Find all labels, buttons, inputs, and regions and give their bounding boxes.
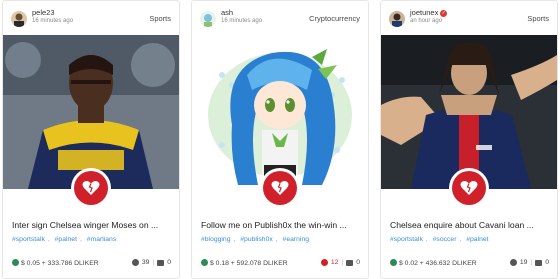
upvote-icon[interactable] xyxy=(509,259,517,266)
tag-link[interactable]: #sportstalk xyxy=(390,236,423,243)
like-button[interactable] xyxy=(449,168,489,208)
comment-icon[interactable] xyxy=(157,259,165,266)
upvote-count: 39 xyxy=(141,259,150,266)
tag-list: #sportstalk, #soccer, #palnet xyxy=(390,236,489,243)
comment-count: 0 xyxy=(167,259,171,266)
like-button[interactable] xyxy=(71,168,111,208)
post-card[interactable]: ash 16 minutes ago Cryptocurrency Follow… xyxy=(191,0,369,279)
upvote-count: 19 xyxy=(519,259,528,266)
heart-icon xyxy=(82,180,100,195)
like-button[interactable] xyxy=(260,168,300,208)
upvote-count: 12 xyxy=(330,259,339,266)
card-header: joetunex ✓ an hour ago Sports xyxy=(381,1,557,35)
post-time: 16 minutes ago xyxy=(221,18,263,24)
coin-icon xyxy=(390,259,397,266)
post-image[interactable] xyxy=(192,35,368,189)
avatar[interactable] xyxy=(11,11,27,27)
tag-link[interactable]: #marlians xyxy=(87,236,116,243)
post-image[interactable] xyxy=(381,35,557,189)
verified-badge-icon: ✓ xyxy=(440,10,448,17)
upvote-icon[interactable] xyxy=(131,259,139,266)
coin-icon xyxy=(12,259,19,266)
tag-link[interactable]: #palnet xyxy=(55,236,77,243)
comment-icon[interactable] xyxy=(535,259,543,266)
payout-value: $ 0.02 + 436.632 DLIKER xyxy=(390,259,477,267)
post-title[interactable]: Follow me on Publish0x the win-win ... xyxy=(201,220,363,230)
card-footer: $ 0.05 + 333.786 DLIKER 39 | 0 xyxy=(12,259,171,269)
upvote-icon[interactable] xyxy=(320,259,328,266)
tag-list: #blogging, #publish0x, #earning xyxy=(201,236,310,243)
tag-link[interactable]: #sportstalk xyxy=(12,236,45,243)
card-footer: $ 0.02 + 436.632 DLIKER 19 | 0 xyxy=(390,259,549,269)
coin-icon xyxy=(201,259,208,266)
tag-link[interactable]: #soccer xyxy=(433,236,457,243)
card-header: ash 16 minutes ago Cryptocurrency xyxy=(192,1,368,35)
author-name[interactable]: pele23 xyxy=(32,8,55,17)
comment-count: 0 xyxy=(545,259,549,266)
avatar[interactable] xyxy=(200,11,216,27)
post-image[interactable] xyxy=(3,35,179,189)
avatar[interactable] xyxy=(389,11,405,27)
post-card[interactable]: pele23 16 minutes ago Sports Inter sign … xyxy=(2,0,180,279)
payout-value: $ 0.05 + 333.786 DLIKER xyxy=(12,259,99,267)
heart-icon xyxy=(460,180,478,195)
tag-link[interactable]: #earning xyxy=(283,236,309,243)
tag-link[interactable]: #blogging xyxy=(201,236,230,243)
tag-list: #sportstalk, #palnet, #marlians xyxy=(12,236,117,243)
post-time: 16 minutes ago xyxy=(32,18,74,24)
post-time: an hour ago xyxy=(410,18,443,24)
category-label[interactable]: Sports xyxy=(149,14,171,23)
card-footer: $ 0.18 + 592.078 DLIKER 12 | 0 xyxy=(201,259,360,269)
category-label[interactable]: Sports xyxy=(527,14,549,23)
author-name[interactable]: joetunex ✓ xyxy=(410,8,448,17)
post-title[interactable]: Inter sign Chelsea winger Moses on ... xyxy=(12,220,174,230)
post-card[interactable]: joetunex ✓ an hour ago Sports Chelsea enq… xyxy=(380,0,558,279)
heart-icon xyxy=(271,180,289,195)
category-label[interactable]: Cryptocurrency xyxy=(309,14,360,23)
author-name[interactable]: ash xyxy=(221,8,233,17)
comment-icon[interactable] xyxy=(346,259,354,266)
tag-link[interactable]: #palnet xyxy=(466,236,488,243)
payout-value: $ 0.18 + 592.078 DLIKER xyxy=(201,259,288,267)
post-title[interactable]: Chelsea enquire about Cavani loan ... xyxy=(390,220,552,230)
card-header: pele23 16 minutes ago Sports xyxy=(3,1,179,35)
tag-link[interactable]: #publish0x xyxy=(240,236,273,243)
comment-count: 0 xyxy=(356,259,360,266)
